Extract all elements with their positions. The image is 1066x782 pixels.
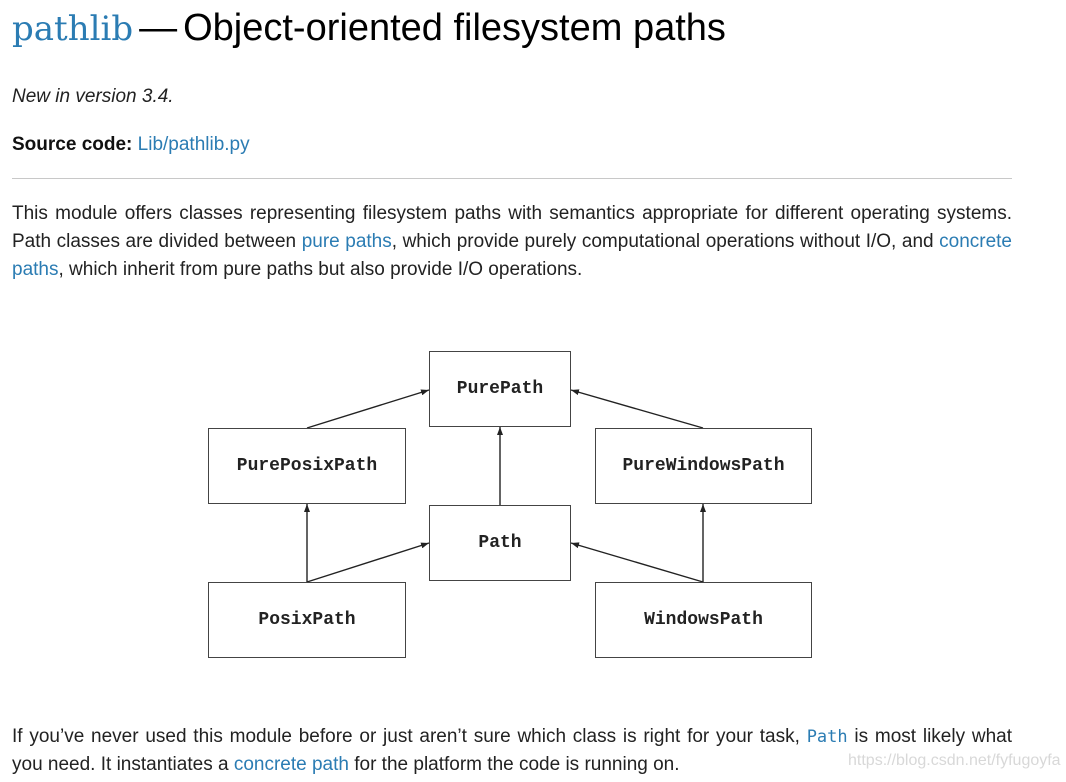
pure-paths-link[interactable]: pure paths: [302, 231, 392, 252]
node-purewindowspath: PureWindowsPath: [595, 428, 812, 504]
node-path: Path: [429, 505, 571, 581]
closing-text-3: for the platform the code is running on.: [348, 754, 680, 775]
node-label: WindowsPath: [644, 610, 763, 630]
page-title: pathlib — Object-oriented filesystem paths: [12, 6, 726, 51]
version-note: New in version 3.4.: [12, 86, 174, 107]
closing-paragraph: If you’ve never used this module before …: [12, 723, 1012, 779]
intro-text-3: , which inherit from pure paths but also…: [58, 259, 583, 280]
node-label: PurePath: [456, 379, 544, 399]
edge-posixpath-to-path: [306, 542, 430, 583]
module-name: pathlib: [12, 9, 134, 49]
edge-windowspath-to-path: [570, 542, 704, 583]
node-label: PurePosixPath: [236, 456, 378, 476]
node-label: PureWindowsPath: [622, 456, 785, 476]
source-code-line: Source code: Lib/pathlib.py: [12, 132, 250, 158]
concrete-path-link[interactable]: concrete path: [234, 754, 349, 775]
watermark: https://blog.csdn.net/fyfugoyfa: [848, 752, 1061, 769]
node-label: Path: [478, 533, 522, 553]
intro-paragraph: This module offers classes representing …: [12, 200, 1012, 284]
class-hierarchy-diagram: PurePath PurePosixPath PureWindowsPath Path…: [0, 0, 1066, 782]
intro-text-2: , which provide purely computational ope…: [391, 231, 940, 252]
closing-text-1: If you’ve never used this module before …: [12, 726, 807, 747]
node-posixpath: PosixPath: [208, 582, 406, 658]
edge-pureposixpath-to-purepath: [306, 389, 430, 429]
node-label: PosixPath: [258, 610, 356, 630]
title-dash: —: [139, 7, 178, 49]
node-purepath: PurePath: [429, 351, 571, 427]
source-code-label: Source code:: [12, 134, 133, 155]
divider: [12, 178, 1012, 179]
node-windowspath: WindowsPath: [595, 582, 812, 658]
path-class-reference[interactable]: Path: [807, 727, 848, 747]
source-code-link[interactable]: Lib/pathlib.py: [138, 134, 250, 155]
node-pureposixpath: PurePosixPath: [208, 428, 406, 504]
title-text: Object-oriented filesystem paths: [183, 7, 726, 49]
edge-purewindowspath-to-purepath: [570, 389, 704, 429]
